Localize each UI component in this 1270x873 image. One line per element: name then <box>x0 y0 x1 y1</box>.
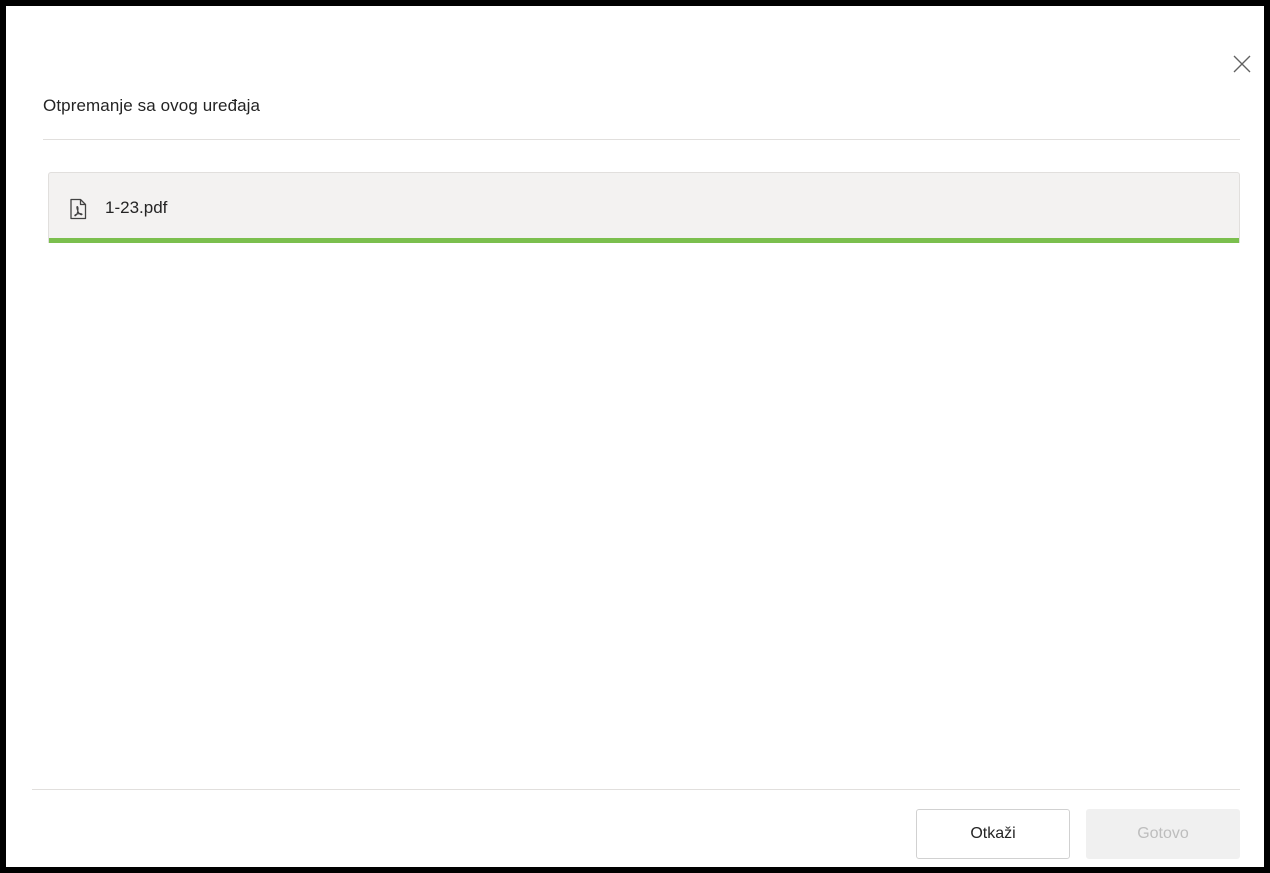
upload-progress-bar <box>49 238 1239 243</box>
close-icon <box>1233 55 1251 73</box>
pdf-file-icon <box>70 198 87 220</box>
upload-progress-fill <box>49 238 1239 243</box>
header-divider <box>43 139 1240 140</box>
file-name: 1-23.pdf <box>105 198 168 217</box>
file-list: 1-23.pdf <box>48 172 1240 243</box>
cancel-button[interactable]: Otkaži <box>916 809 1070 859</box>
file-item[interactable]: 1-23.pdf <box>48 172 1240 243</box>
dialog-title: Otpremanje sa ovog uređaja <box>43 96 261 115</box>
close-button[interactable] <box>1231 53 1253 75</box>
footer-divider <box>32 789 1240 790</box>
done-button[interactable]: Gotovo <box>1086 809 1240 859</box>
upload-dialog: Otpremanje sa ovog uređaja 1-23.pdf Otka… <box>6 6 1264 867</box>
